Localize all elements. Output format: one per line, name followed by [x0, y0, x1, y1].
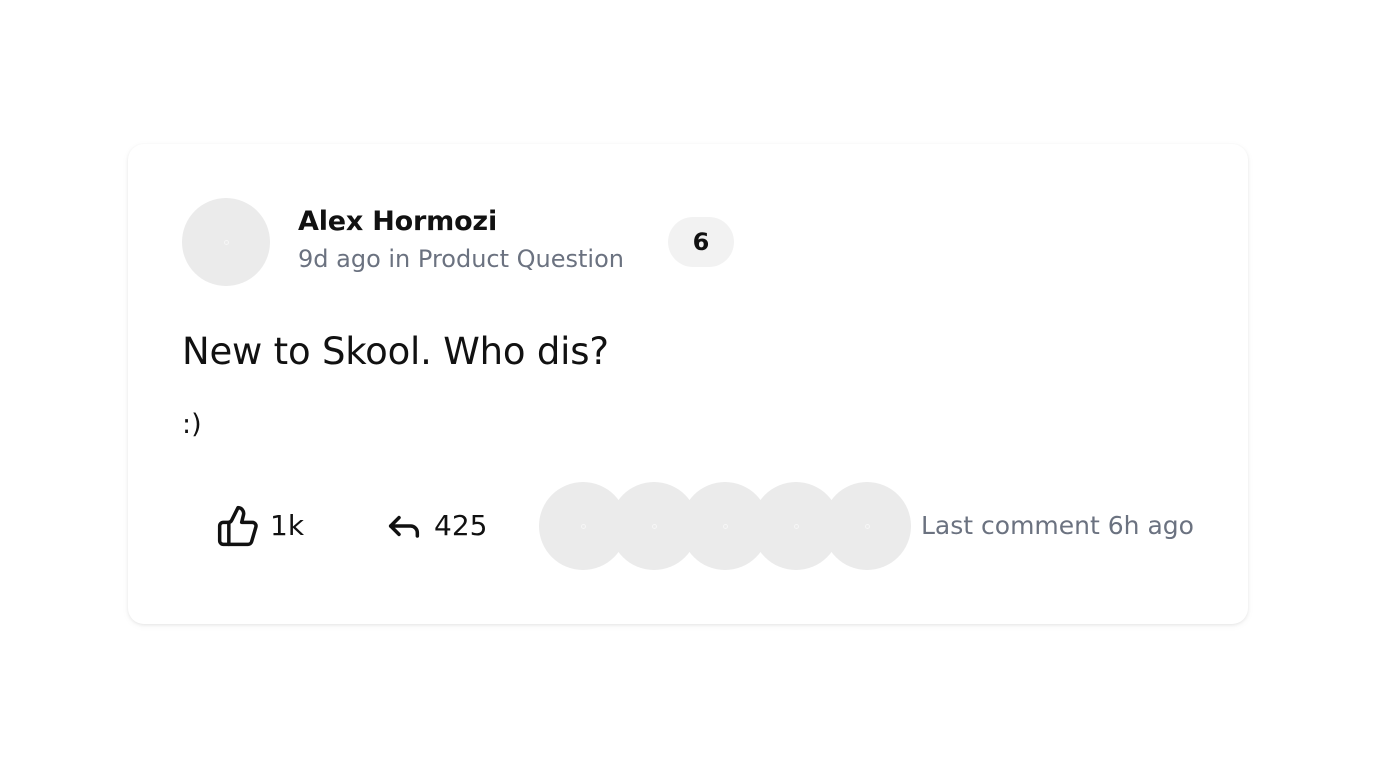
- recent-commenters[interactable]: [539, 482, 914, 570]
- avatar-placeholder-icon: [223, 239, 229, 245]
- avatar-placeholder-icon: [722, 523, 728, 529]
- avatar-placeholder-icon: [580, 523, 586, 529]
- author-avatar[interactable]: [182, 198, 270, 286]
- comment-button[interactable]: 425: [384, 494, 487, 558]
- reply-icon: [384, 506, 424, 546]
- post-title[interactable]: New to Skool. Who dis?: [182, 328, 609, 376]
- author-name[interactable]: Alex Hormozi: [298, 204, 624, 240]
- post-body: :): [182, 409, 202, 440]
- post-card[interactable]: Alex Hormozi 9d ago in Product Question …: [128, 144, 1248, 624]
- like-count: 1k: [270, 509, 305, 542]
- avatar-placeholder-icon: [651, 523, 657, 529]
- post-meta: 9d ago in Product Question: [298, 245, 624, 273]
- like-button[interactable]: 1k: [216, 494, 304, 558]
- avatar-placeholder-icon: [864, 523, 870, 529]
- commenter-avatar[interactable]: [823, 482, 911, 570]
- thumbs-up-icon: [216, 504, 260, 548]
- last-comment-time: Last comment 6h ago: [921, 511, 1194, 540]
- author-block: Alex Hormozi 9d ago in Product Question: [298, 204, 624, 276]
- comment-count: 425: [434, 509, 488, 542]
- author-level-badge: 6: [668, 217, 734, 267]
- avatar-placeholder-icon: [793, 523, 799, 529]
